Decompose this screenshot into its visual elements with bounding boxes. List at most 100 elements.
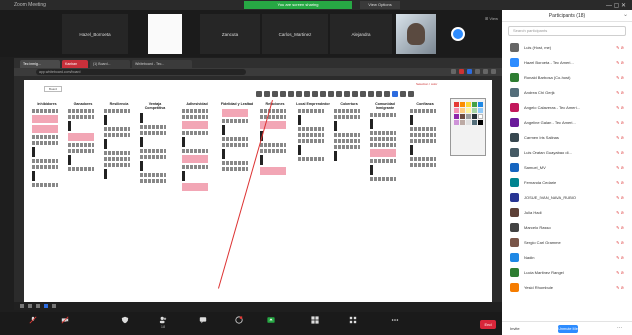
undo-icon[interactable] xyxy=(280,91,286,97)
card[interactable] xyxy=(140,161,143,171)
card[interactable] xyxy=(182,155,208,163)
color-swatch[interactable] xyxy=(478,108,483,113)
card[interactable] xyxy=(104,109,130,113)
card[interactable] xyxy=(370,177,396,181)
participant-tile[interactable] xyxy=(148,14,182,54)
participant-row[interactable]: Julia Hadi ✎ ⊘ xyxy=(502,205,632,220)
start-icon[interactable] xyxy=(20,304,24,308)
card[interactable] xyxy=(260,109,286,113)
participant-row[interactable]: Yesid Rhombule ✎ ⊘ xyxy=(502,280,632,295)
card[interactable] xyxy=(370,159,396,163)
chat-button[interactable] xyxy=(190,316,216,332)
card[interactable] xyxy=(32,183,58,187)
card[interactable] xyxy=(104,127,130,131)
card[interactable] xyxy=(410,139,436,143)
color-swatch[interactable] xyxy=(460,102,465,107)
card[interactable] xyxy=(182,165,208,169)
card[interactable] xyxy=(410,127,436,131)
participant-row[interactable]: Luis Oratan Guayabao di... ✎ ⊘ xyxy=(502,145,632,160)
board-column[interactable]: Confianza xyxy=(408,102,442,302)
card[interactable] xyxy=(222,119,248,123)
chevron-down-icon[interactable]: ⌄ xyxy=(623,11,628,18)
card[interactable] xyxy=(182,115,208,119)
reactions-button[interactable] xyxy=(226,316,252,332)
card[interactable] xyxy=(334,139,360,143)
extension-icon[interactable] xyxy=(475,69,480,74)
color-swatch[interactable] xyxy=(466,108,471,113)
color-swatch[interactable] xyxy=(460,108,465,113)
card[interactable] xyxy=(182,171,185,181)
card[interactable] xyxy=(222,161,248,165)
avatar-tile[interactable] xyxy=(444,14,472,54)
card[interactable] xyxy=(104,169,107,179)
participant-row[interactable]: Carmen Iris Salinas ✎ ⊘ xyxy=(502,130,632,145)
card[interactable] xyxy=(68,109,94,113)
card[interactable] xyxy=(298,139,324,143)
participant-tile[interactable]: Carlos_Martinez xyxy=(262,14,328,54)
taskbar-app-icon[interactable] xyxy=(44,304,48,308)
extension-icon[interactable] xyxy=(451,69,456,74)
more-options-button[interactable]: ··· xyxy=(617,325,622,331)
card[interactable] xyxy=(260,115,286,119)
color-swatch[interactable] xyxy=(454,102,459,107)
extension-icon[interactable] xyxy=(467,69,472,74)
card[interactable] xyxy=(370,119,373,129)
card[interactable] xyxy=(182,131,208,135)
redo-icon[interactable] xyxy=(288,91,294,97)
taskbar-app-icon[interactable] xyxy=(36,304,40,308)
lock-icon[interactable] xyxy=(384,91,390,97)
card[interactable] xyxy=(298,157,324,161)
card[interactable] xyxy=(222,109,248,117)
participant-tile[interactable]: Alejandra xyxy=(330,14,392,54)
participant-search-input[interactable]: Search participants xyxy=(508,26,626,36)
card[interactable] xyxy=(32,147,35,157)
card[interactable] xyxy=(410,115,413,125)
card[interactable] xyxy=(140,155,166,159)
unmute-button[interactable] xyxy=(20,316,46,332)
card[interactable] xyxy=(68,155,71,165)
view-options-button[interactable]: View Options xyxy=(360,1,400,9)
card[interactable] xyxy=(334,145,360,149)
color-swatch[interactable] xyxy=(454,120,459,125)
board-column[interactable]: Comunidad Inmigrante xyxy=(368,102,402,302)
color-swatch[interactable] xyxy=(472,108,477,113)
grid-icon[interactable] xyxy=(376,91,382,97)
card[interactable] xyxy=(32,135,58,139)
card[interactable] xyxy=(222,125,225,135)
participant-row[interactable]: Nadin ✎ ⊘ xyxy=(502,250,632,265)
card[interactable] xyxy=(410,157,436,161)
screen-share-banner[interactable]: You are screen sharing xyxy=(244,1,352,9)
color-swatch[interactable] xyxy=(454,108,459,113)
extension-icon[interactable] xyxy=(483,69,488,74)
invite-button[interactable]: Invite xyxy=(510,326,520,331)
table-icon[interactable] xyxy=(336,91,342,97)
card[interactable] xyxy=(68,149,94,153)
self-video-tile[interactable] xyxy=(396,14,436,54)
card[interactable] xyxy=(260,155,263,165)
color-swatch[interactable] xyxy=(478,102,483,107)
color-swatch[interactable] xyxy=(466,114,471,119)
card[interactable] xyxy=(370,113,396,117)
more-tools-icon[interactable] xyxy=(408,91,414,97)
participant-row[interactable]: Samuel_MV ✎ ⊘ xyxy=(502,160,632,175)
shape-icon[interactable] xyxy=(312,91,318,97)
card[interactable] xyxy=(260,143,286,147)
card[interactable] xyxy=(104,151,130,155)
fill-icon[interactable] xyxy=(400,91,406,97)
participant-tile[interactable]: Zancuta xyxy=(200,14,260,54)
share-screen-button[interactable] xyxy=(258,316,284,332)
card[interactable] xyxy=(104,157,130,161)
color-swatch[interactable] xyxy=(472,120,477,125)
card[interactable] xyxy=(370,137,396,141)
browser-tab[interactable]: Kanban xyxy=(62,60,88,68)
more-button[interactable] xyxy=(382,316,408,332)
participant-row[interactable]: Fernanda Cedarie ✎ ⊘ xyxy=(502,175,632,190)
card[interactable] xyxy=(298,127,324,131)
image-icon[interactable] xyxy=(352,91,358,97)
board-column[interactable]: Fidelidad y Lealtad xyxy=(220,102,254,302)
extension-icon[interactable] xyxy=(491,69,496,74)
card[interactable] xyxy=(182,109,208,113)
gallery-view-button[interactable]: ⊞ View xyxy=(485,16,498,21)
card[interactable] xyxy=(68,133,94,141)
card[interactable] xyxy=(32,159,58,163)
